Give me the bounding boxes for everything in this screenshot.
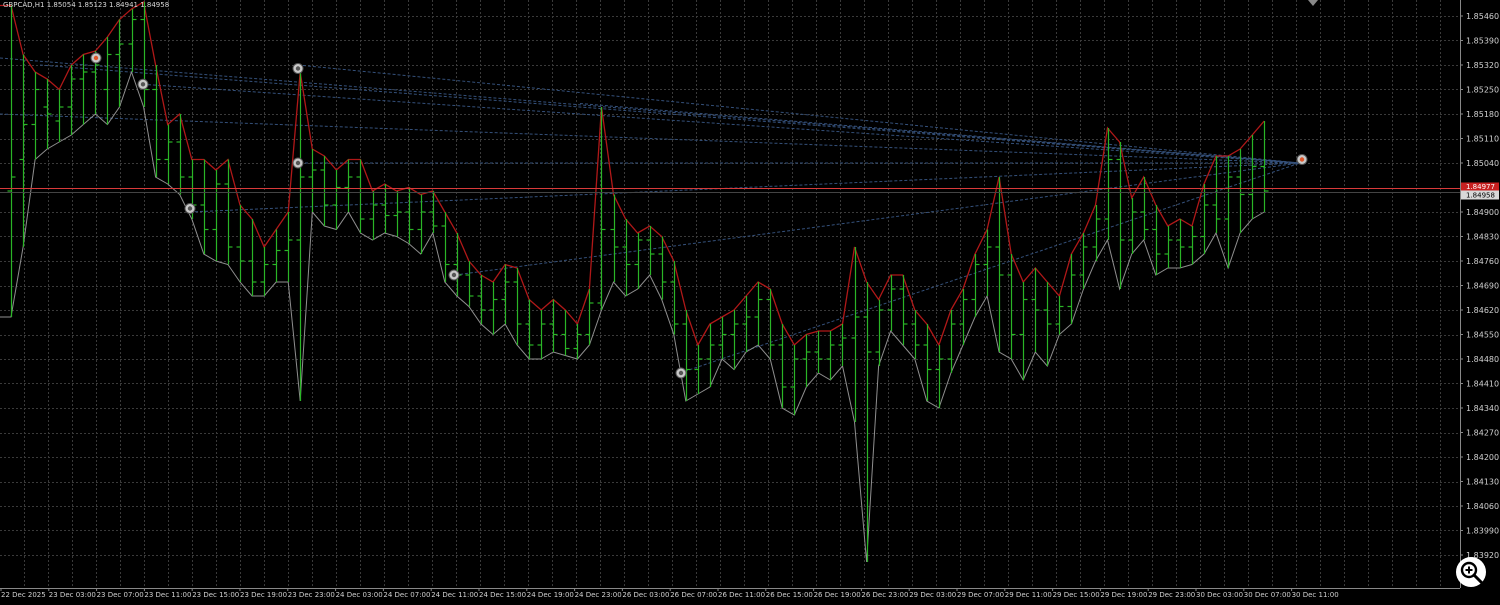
marker-center	[1299, 157, 1305, 162]
price-label: 1.84900	[1466, 208, 1499, 217]
time-axis: 22 Dec 2025 23 Dec 03:00 23 Dec 07:00 23 De…	[0, 588, 1460, 599]
price-label: 1.85250	[1466, 86, 1499, 95]
time-label: 23 Dec 11:00	[144, 591, 191, 599]
marker-center	[140, 82, 146, 87]
fractal-markers	[90, 52, 1308, 379]
price-label: 1.83990	[1466, 527, 1499, 536]
time-label: 26 Dec 03:00	[622, 591, 669, 599]
price-label: 1.84340	[1466, 404, 1499, 413]
time-label: 29 Dec 03:00	[909, 591, 956, 599]
marker-center	[295, 160, 301, 166]
time-label: 29 Dec 11:00	[1005, 591, 1052, 599]
time-label: 30 Dec 11:00	[1292, 591, 1339, 599]
time-label: 24 Dec 11:00	[431, 591, 478, 599]
fractal-marker-icon	[90, 52, 102, 64]
price-label: 1.84760	[1466, 257, 1499, 266]
marker-center	[451, 272, 457, 278]
time-label: 29 Dec 15:00	[1053, 591, 1100, 599]
time-label: 29 Dec 23:00	[1148, 591, 1195, 599]
current-price-label: 1.84958	[1466, 192, 1495, 200]
zoom-button[interactable]	[1456, 557, 1486, 587]
price-label: 1.84200	[1466, 453, 1499, 462]
time-label: 26 Dec 11:00	[718, 591, 765, 599]
price-label: 1.84270	[1466, 429, 1499, 438]
time-label: 23 Dec 23:00	[288, 591, 335, 599]
price-label: 1.84830	[1466, 233, 1499, 242]
price-label: 1.85040	[1466, 159, 1499, 168]
time-label: 26 Dec 23:00	[861, 591, 908, 599]
zoom-in-icon	[1460, 561, 1483, 584]
time-label: 29 Dec 07:00	[957, 591, 1004, 599]
ohlc-header: 1.85054 1.85123 1.84941 1.84958	[46, 1, 170, 9]
price-label: 1.85460	[1466, 12, 1499, 21]
marker-center	[678, 370, 684, 376]
marker-center	[187, 206, 193, 211]
price-axis: 1.85460 1.85390 1.85320 1.85250 1.85180 1.851…	[1460, 0, 1499, 588]
price-label: 1.84550	[1466, 331, 1499, 340]
price-label: 1.85180	[1466, 110, 1499, 119]
price-label: 1.84410	[1466, 380, 1499, 389]
time-label: 22 Dec 2025	[1, 591, 46, 599]
fractal-marker-icon	[675, 367, 687, 379]
price-label: 1.84130	[1466, 478, 1499, 487]
time-label: 26 Dec 19:00	[814, 591, 861, 599]
chart-canvas[interactable]: 1.85460 1.85390 1.85320 1.85250 1.85180 1.851…	[0, 0, 1500, 601]
time-label: 24 Dec 19:00	[527, 591, 574, 599]
price-label: 1.84480	[1466, 355, 1499, 364]
upper-envelope-line	[0, 0, 1265, 347]
price-label: 1.84620	[1466, 306, 1499, 315]
upper-line	[0, 0, 1265, 347]
time-label: 26 Dec 15:00	[766, 591, 813, 599]
price-label: 1.85320	[1466, 61, 1499, 70]
time-label: 23 Dec 19:00	[240, 591, 287, 599]
time-label: 24 Dec 15:00	[479, 591, 526, 599]
price-tag-label: 1.84977	[1466, 183, 1495, 191]
chart-shift-marker-icon[interactable]	[1308, 0, 1318, 8]
time-label: 30 Dec 03:00	[1196, 591, 1243, 599]
time-label: 24 Dec 03:00	[336, 591, 383, 599]
trend-line	[454, 162, 1301, 276]
symbol-info: GBPCAD,H1 1.85054 1.85123 1.84941 1.8495…	[3, 1, 169, 9]
symbol-header: GBPCAD,H1	[3, 1, 45, 9]
ohlc-bars	[7, 2, 1269, 562]
price-chart[interactable]: 1.85460 1.85390 1.85320 1.85250 1.85180 1.851…	[0, 0, 1500, 601]
price-label: 1.84060	[1466, 502, 1499, 511]
time-label: 29 Dec 19:00	[1100, 591, 1147, 599]
price-label: 1.85110	[1466, 135, 1499, 144]
marker-center	[93, 55, 99, 61]
marker-center	[295, 66, 301, 71]
fractal-marker-icon	[292, 157, 304, 169]
time-label: 24 Dec 23:00	[575, 591, 622, 599]
price-label: 1.85390	[1466, 37, 1499, 46]
chart-grid	[0, 0, 1460, 588]
fractal-marker-icon	[292, 63, 304, 74]
time-label: 26 Dec 07:00	[670, 591, 717, 599]
time-label: 24 Dec 07:00	[383, 591, 430, 599]
time-label: 30 Dec 07:00	[1244, 591, 1291, 599]
time-label: 23 Dec 03:00	[49, 591, 96, 599]
time-label: 23 Dec 07:00	[97, 591, 144, 599]
time-label: 23 Dec 15:00	[192, 591, 239, 599]
fractal-marker-icon	[184, 203, 196, 214]
fractal-marker-icon	[1296, 154, 1308, 165]
price-label: 1.84690	[1466, 282, 1499, 291]
fractal-marker-icon	[448, 269, 460, 281]
fractal-marker-icon	[137, 78, 149, 90]
trend-line	[679, 162, 1301, 374]
